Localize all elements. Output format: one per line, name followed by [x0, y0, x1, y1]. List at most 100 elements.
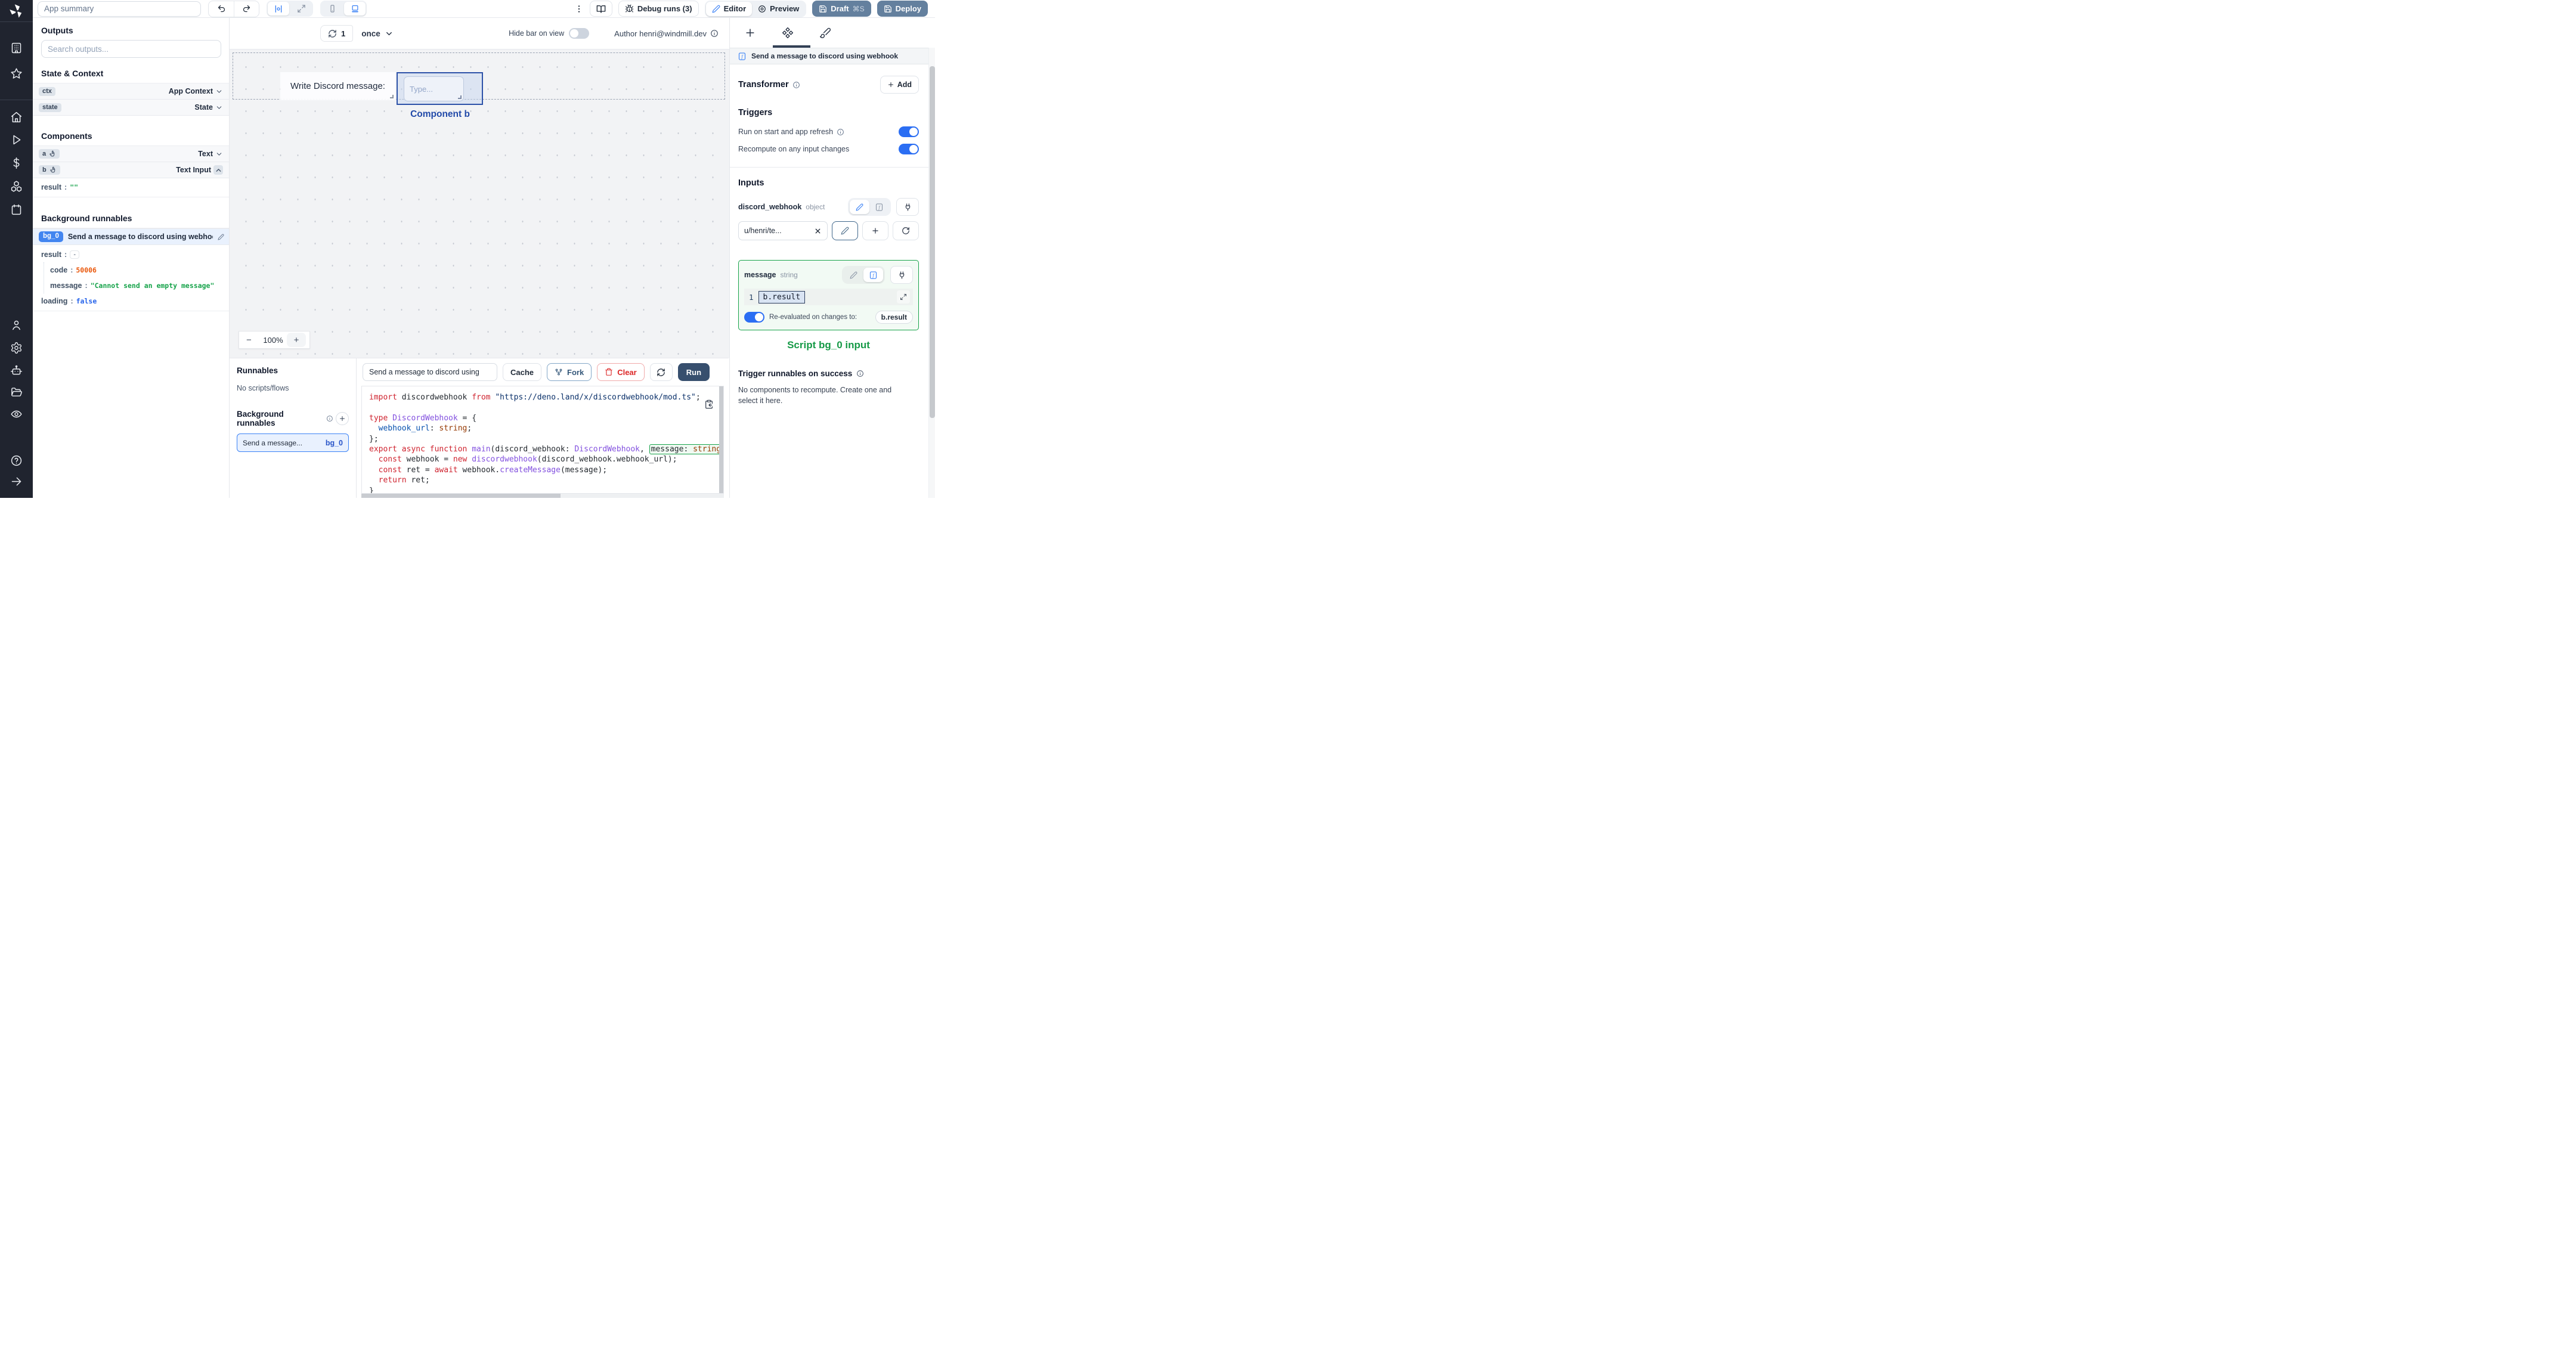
expand-editor-icon[interactable] [897, 290, 910, 303]
code-horizontal-scrollbar[interactable] [361, 494, 724, 498]
script-editor-panel: Cache Fork Clear Run import discordwebho… [357, 358, 729, 498]
refresh-mode-label: once [361, 29, 380, 38]
connect-plug-icon[interactable] [890, 266, 913, 284]
recompute-toggle[interactable] [899, 144, 919, 154]
audit-eye-icon[interactable] [10, 408, 23, 420]
fork-button[interactable]: Fork [547, 363, 592, 381]
cache-button[interactable]: Cache [503, 363, 542, 381]
redo-button[interactable] [234, 1, 259, 17]
script-name-input[interactable] [363, 363, 497, 381]
state-badge: state [39, 103, 61, 112]
text-input-placeholder: Type... [410, 84, 434, 94]
edit-pencil-icon[interactable] [218, 233, 224, 240]
clear-x-icon[interactable] [814, 227, 822, 235]
panel-scrollbar[interactable] [928, 48, 935, 498]
expression-editor[interactable]: 1 b.result [744, 289, 913, 305]
trigger-run-on-start-label: Run on start and app refresh [738, 128, 834, 136]
refresh-count-button[interactable]: 1 [320, 25, 354, 42]
component-row-b[interactable]: b Text Input [33, 162, 229, 178]
tab-editor[interactable]: Editor [705, 1, 753, 16]
mobile-view-button[interactable] [321, 2, 343, 16]
eval-mode-fx-icon[interactable]: f [863, 268, 883, 282]
input-mode-segmented: f [848, 198, 891, 216]
add-resource-button[interactable] [862, 221, 888, 240]
collapse-b-button[interactable] [213, 165, 223, 175]
draft-label: Draft [831, 4, 849, 13]
output-row-state[interactable]: state State [33, 100, 229, 116]
user-icon[interactable] [10, 319, 23, 332]
folders-icon[interactable] [10, 386, 23, 398]
refresh-mode-select[interactable]: once [361, 29, 394, 38]
component-row-a[interactable]: a Text [33, 146, 229, 162]
zoom-out-button[interactable]: − [246, 335, 259, 345]
text-input-component[interactable]: Type... [404, 76, 464, 101]
resize-handle[interactable] [458, 95, 462, 99]
refresh-resource-button[interactable] [893, 221, 919, 240]
deploy-button[interactable]: Deploy [877, 1, 928, 17]
tab-insert-plus-icon[interactable] [744, 27, 756, 39]
code-editor[interactable]: import discordwebhook from "https://deno… [361, 386, 724, 494]
variables-dollar-icon[interactable] [10, 157, 23, 169]
runnable-item-bg0[interactable]: Send a message... bg_0 [237, 433, 349, 452]
draft-button[interactable]: Draft ⌘S [812, 1, 871, 17]
tab-preview[interactable]: Preview [752, 2, 805, 16]
help-icon[interactable] [10, 454, 23, 467]
run-on-start-toggle[interactable] [899, 126, 919, 137]
apps-icon[interactable] [10, 42, 23, 54]
schedules-calendar-icon[interactable] [10, 203, 23, 216]
static-mode-pencil-icon[interactable] [850, 200, 869, 214]
editor-preview-toggle: Editor Preview [704, 0, 807, 17]
search-outputs-input[interactable] [41, 40, 221, 58]
tab-component-settings-icon[interactable] [782, 27, 794, 39]
runnables-title: Runnables [237, 366, 278, 375]
bg0-result-row[interactable]: result : - [33, 245, 229, 262]
align-center-button[interactable] [268, 2, 289, 16]
undo-button[interactable] [209, 1, 234, 17]
runnable-header: f Send a message to discord using webhoo… [730, 48, 935, 64]
expression-value[interactable]: b.result [758, 290, 806, 303]
collapse-arrow-icon[interactable] [10, 475, 23, 488]
connect-plug-icon[interactable] [896, 198, 919, 216]
settings-tabs [730, 18, 935, 48]
collapse-result-button[interactable]: - [70, 250, 80, 259]
add-background-runnable-button[interactable] [336, 412, 349, 425]
maximize-button[interactable] [290, 2, 312, 16]
background-runnables-title: Background runnables [237, 410, 284, 428]
clear-button[interactable]: Clear [597, 363, 645, 381]
refresh-script-button[interactable] [649, 363, 673, 381]
app-summary-input[interactable] [38, 1, 201, 17]
debug-runs-button[interactable]: Debug runs (3) [618, 1, 699, 17]
bg0-row[interactable]: bg_0 Send a message to discord using web… [33, 228, 229, 245]
eval-mode-fx-icon[interactable]: f [869, 200, 889, 214]
reevaluate-toggle[interactable] [744, 312, 764, 323]
settings-gear-icon[interactable] [10, 342, 23, 354]
zoom-in-button[interactable]: + [287, 333, 306, 347]
output-row-ctx[interactable]: ctx App Context [33, 83, 229, 100]
home-icon[interactable] [10, 111, 23, 123]
run-button[interactable]: Run [677, 363, 710, 381]
windmill-logo-icon[interactable] [8, 3, 24, 19]
code-vertical-scrollbar[interactable] [719, 386, 723, 493]
more-menu-kebab-icon[interactable] [574, 4, 584, 14]
docs-book-button[interactable] [589, 1, 612, 17]
resources-boxes-icon[interactable] [10, 180, 23, 193]
info-icon[interactable] [710, 29, 719, 38]
workers-robot-icon[interactable] [10, 364, 23, 377]
tab-styling-brush-icon[interactable] [819, 27, 831, 39]
component-b-selected[interactable]: Type... [397, 72, 483, 105]
resize-handle[interactable] [390, 95, 394, 98]
copy-code-icon[interactable] [704, 399, 714, 409]
hide-bar-toggle[interactable] [569, 28, 590, 39]
component-a-text[interactable]: Write Discord message: [280, 72, 395, 100]
svg-text:f: f [741, 54, 744, 59]
edit-resource-pencil-button[interactable] [832, 221, 858, 240]
b-result-row[interactable]: result : "" [33, 178, 229, 197]
desktop-view-button[interactable] [344, 2, 366, 16]
resource-value-input[interactable]: u/henri/te... [738, 221, 828, 240]
component-a-label: Write Discord message: [290, 81, 385, 91]
runs-play-icon[interactable] [10, 134, 23, 146]
add-transformer-button[interactable]: Add [880, 76, 919, 94]
static-mode-pencil-icon[interactable] [844, 268, 863, 282]
favorites-star-icon[interactable] [10, 67, 23, 80]
app-canvas[interactable]: Write Discord message: Type... Component… [230, 49, 729, 358]
